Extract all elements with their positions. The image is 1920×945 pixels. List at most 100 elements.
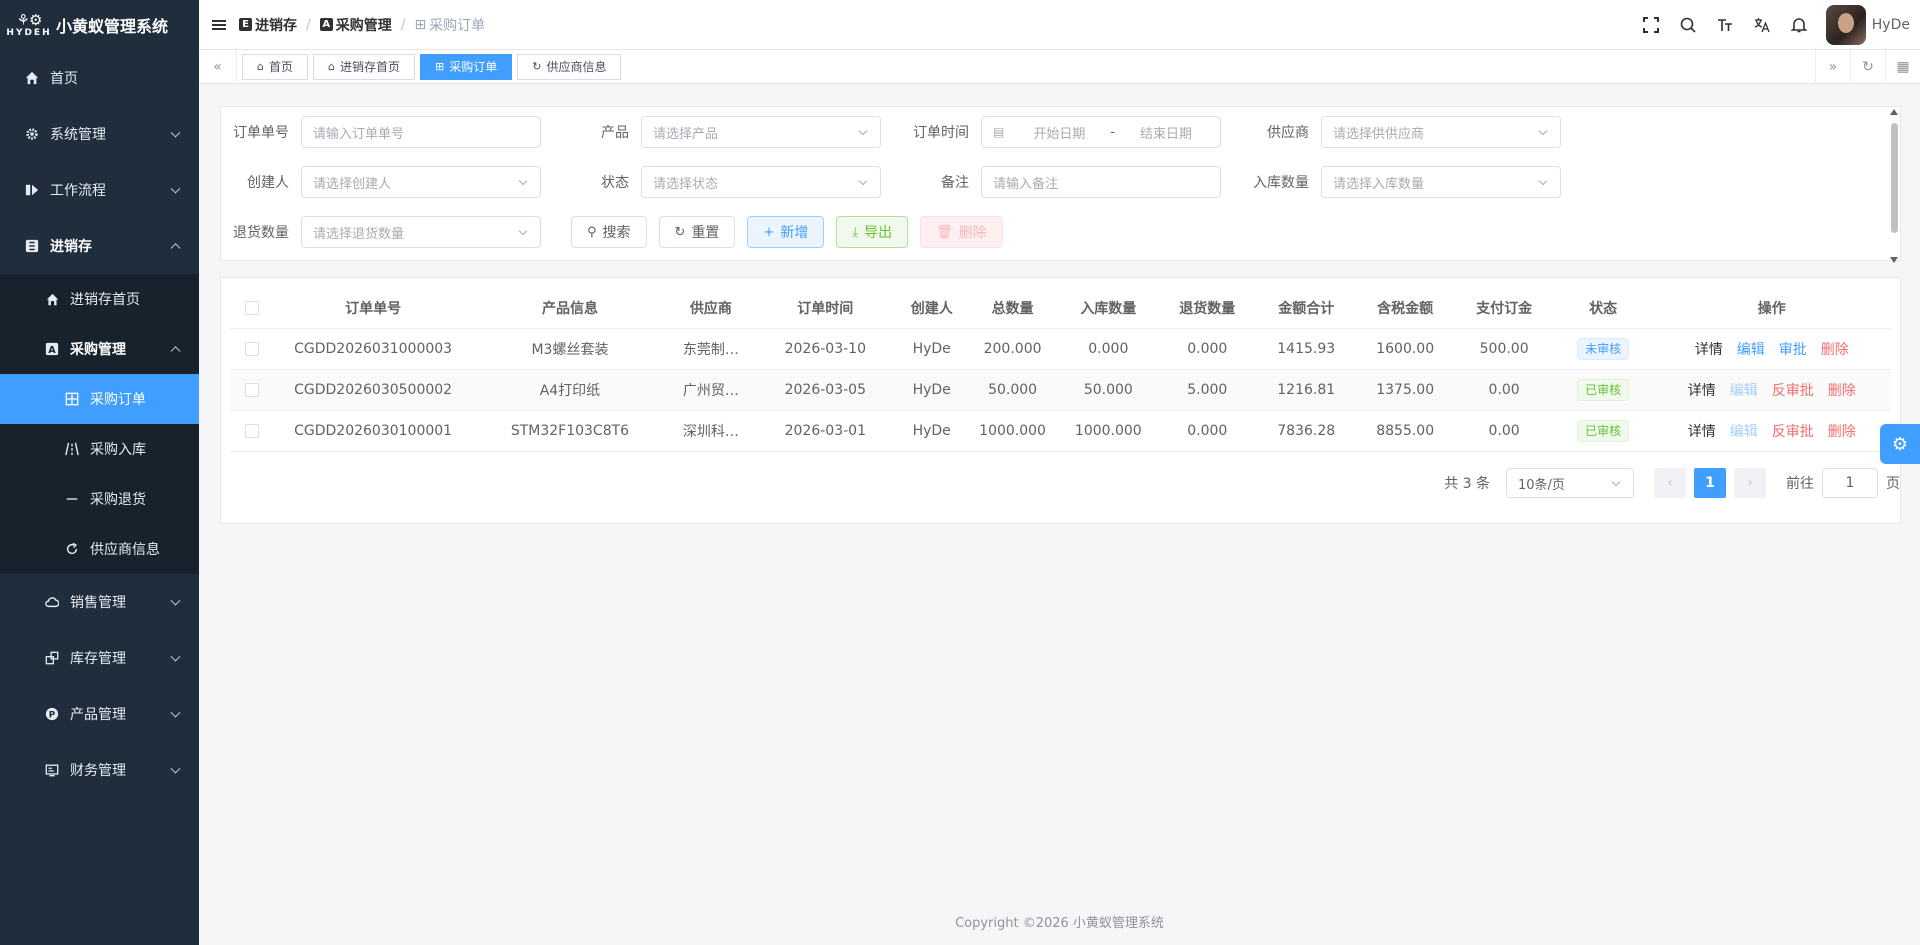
- hamburger-icon[interactable]: [199, 0, 239, 50]
- settings-gear-icon[interactable]: ⚙: [1880, 424, 1920, 464]
- column-header[interactable]: 产品信息: [471, 288, 669, 329]
- cell-total: 1000.000: [966, 410, 1059, 452]
- sidebar-item-finance[interactable]: 财务管理: [0, 742, 199, 798]
- cell-in-qty: 1000.000: [1058, 410, 1158, 452]
- cell-tax-amount: 1600.00: [1355, 328, 1455, 370]
- grid-icon[interactable]: ▦: [1885, 50, 1920, 84]
- delete-link[interactable]: 删除: [1828, 383, 1856, 399]
- table-row[interactable]: CGDD2026031000003 M3螺丝套装 东莞制… 2026-03-10…: [230, 328, 1891, 370]
- field-label: 订单时间: [913, 125, 969, 141]
- approve-link[interactable]: 审批: [1779, 342, 1807, 358]
- order-date-range[interactable]: ▤ 开始日期 - 结束日期: [981, 116, 1221, 148]
- tab-supplier[interactable]: ↻ 供应商信息: [517, 53, 622, 80]
- row-checkbox[interactable]: [245, 341, 260, 356]
- remark-input[interactable]: 请输入备注: [981, 166, 1221, 198]
- detail-link[interactable]: 详情: [1688, 383, 1716, 399]
- sidebar-item-stock[interactable]: 库存管理: [0, 630, 199, 686]
- column-header[interactable]: 金额合计: [1256, 288, 1356, 329]
- status-select[interactable]: 请选择状态: [641, 166, 881, 198]
- column-header[interactable]: 订单单号: [274, 288, 472, 329]
- chevron-down-icon: [170, 763, 181, 774]
- supplier-select[interactable]: 请选择供供应商: [1321, 116, 1561, 148]
- tab-inventory-home[interactable]: ⌂ 进销存首页: [313, 53, 415, 80]
- fullscreen-icon[interactable]: [1633, 0, 1670, 50]
- order-no-field: 订单单号 请输入订单单号: [221, 116, 541, 148]
- column-header[interactable]: 支付订金: [1454, 288, 1554, 329]
- bell-icon[interactable]: [1781, 0, 1818, 50]
- delete-link[interactable]: 删除: [1821, 342, 1849, 358]
- app-logo[interactable]: ⚘⚙ HYDEH 小黄蚁管理系统: [0, 0, 199, 50]
- status-field: 状态 请选择状态: [561, 166, 881, 198]
- table-row[interactable]: CGDD2026030500002 A4打印纸 广州贸… 2026-03-05 …: [230, 369, 1891, 411]
- translate-icon[interactable]: [1744, 0, 1781, 50]
- tab-purchase-order[interactable]: ⊞ 采购订单: [420, 53, 513, 80]
- column-header[interactable]: 订单时间: [753, 288, 898, 329]
- chevron-down-icon: [858, 176, 868, 186]
- cell-product: STM32F103C8T6: [471, 410, 669, 452]
- delete-link[interactable]: 删除: [1828, 424, 1856, 440]
- chevron-down-icon: [518, 226, 528, 236]
- search-button[interactable]: ⚲ 搜索: [571, 216, 647, 248]
- sidebar-item-inventory-home[interactable]: 进销存首页: [0, 274, 199, 324]
- scroll-up-arrow-icon[interactable]: [1890, 109, 1898, 115]
- column-header[interactable]: 供应商: [668, 288, 754, 329]
- goto-page-input[interactable]: 1: [1822, 468, 1878, 498]
- column-header[interactable]: 含税金额: [1355, 288, 1455, 329]
- delete-button: 🗑 删除: [920, 216, 1003, 248]
- double-chevron-left-icon[interactable]: «: [199, 49, 237, 84]
- sidebar-item-purchase[interactable]: A 采购管理: [0, 324, 199, 374]
- order-no-input[interactable]: 请输入订单单号: [301, 116, 541, 148]
- refresh-icon[interactable]: ↻: [1850, 50, 1885, 84]
- breadcrumb-item[interactable]: A 采购管理: [319, 15, 392, 35]
- return-qty-select[interactable]: 请选择退货数量: [301, 216, 541, 248]
- select-placeholder: 请选择入库数量: [1333, 176, 1425, 192]
- select-placeholder: 请选择产品: [653, 126, 719, 142]
- sidebar-item-system[interactable]: 系统管理: [0, 106, 199, 162]
- add-button[interactable]: + 新增: [747, 216, 825, 248]
- page-size-select[interactable]: 10条/页: [1506, 468, 1634, 498]
- detail-link[interactable]: 详情: [1688, 424, 1716, 440]
- avatar[interactable]: [1825, 5, 1866, 45]
- tab-home[interactable]: ⌂ 首页: [242, 53, 308, 80]
- username[interactable]: HyDe: [1872, 17, 1910, 33]
- field-label: 供应商: [1267, 125, 1309, 141]
- scrollbar-thumb[interactable]: [1891, 123, 1898, 233]
- sidebar-item-purchase-in[interactable]: 采购入库: [0, 424, 199, 474]
- export-button[interactable]: ⤓ 导出: [836, 216, 909, 248]
- end-date[interactable]: 结束日期: [1123, 123, 1209, 142]
- column-header[interactable]: 入库数量: [1058, 288, 1158, 329]
- product-select[interactable]: 请选择产品: [641, 116, 881, 148]
- column-header[interactable]: 总数量: [966, 288, 1059, 329]
- page-number-button[interactable]: 1: [1694, 468, 1726, 498]
- page-unit-label: 页: [1886, 476, 1900, 492]
- sidebar-item-purchase-return[interactable]: 采购退货: [0, 474, 199, 524]
- detail-link[interactable]: 详情: [1695, 342, 1723, 358]
- sidebar-item-product[interactable]: P 产品管理: [0, 686, 199, 742]
- search-icon[interactable]: [1670, 0, 1707, 50]
- unapprove-link[interactable]: 反审批: [1772, 424, 1814, 440]
- double-chevron-right-icon[interactable]: »: [1815, 50, 1850, 84]
- column-header[interactable]: 创建人: [897, 288, 967, 329]
- row-checkbox[interactable]: [245, 423, 260, 438]
- column-header[interactable]: 退货数量: [1157, 288, 1257, 329]
- sidebar-item-sales[interactable]: 销售管理: [0, 574, 199, 630]
- start-date[interactable]: 开始日期: [1016, 123, 1102, 142]
- vertical-scrollbar[interactable]: [1890, 109, 1898, 263]
- in-qty-select[interactable]: 请选择入库数量: [1321, 166, 1561, 198]
- font-size-icon[interactable]: [1707, 0, 1744, 50]
- breadcrumb-item[interactable]: E 进销存: [239, 15, 297, 35]
- row-checkbox[interactable]: [245, 382, 260, 397]
- sidebar-item-workflow[interactable]: 工作流程: [0, 162, 199, 218]
- table-row[interactable]: CGDD2026030100001 STM32F103C8T6 深圳科… 202…: [230, 410, 1891, 452]
- edit-link[interactable]: 编辑: [1737, 342, 1765, 358]
- sidebar-item-purchase-order[interactable]: 采购订单: [0, 374, 199, 424]
- select-all-checkbox[interactable]: [245, 300, 260, 315]
- scroll-down-arrow-icon[interactable]: [1890, 257, 1898, 263]
- unapprove-link[interactable]: 反审批: [1772, 383, 1814, 399]
- creator-select[interactable]: 请选择创建人: [301, 166, 541, 198]
- sidebar-item-supplier[interactable]: 供应商信息: [0, 524, 199, 574]
- sidebar-item-inventory[interactable]: 进销存: [0, 218, 199, 274]
- sidebar-item-home[interactable]: 首页: [0, 50, 199, 106]
- column-header[interactable]: 状态: [1553, 288, 1653, 329]
- reset-button[interactable]: ↻ 重置: [658, 216, 736, 248]
